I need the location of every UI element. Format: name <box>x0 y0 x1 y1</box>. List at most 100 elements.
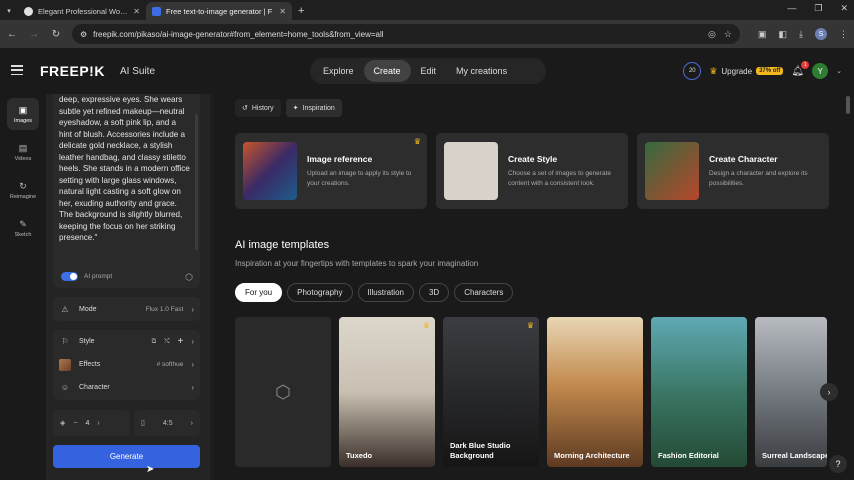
template-tile[interactable]: Morning Architecture <box>547 317 643 467</box>
chevron-right-icon: › <box>191 337 194 346</box>
card-description: Upload an image to apply its style to yo… <box>307 170 412 187</box>
chip-photography[interactable]: Photography <box>287 283 353 302</box>
image-reference-card[interactable]: Image reference Upload an image to apply… <box>235 133 427 209</box>
prompt-scrollbar[interactable] <box>195 114 198 250</box>
content-tabs: ↺ History ✦ Inspiration <box>235 99 342 117</box>
freepik-logo[interactable]: FREEP!K <box>40 63 105 79</box>
nav-create[interactable]: Create <box>363 60 411 82</box>
chip-characters[interactable]: Characters <box>454 283 514 302</box>
address-bar[interactable]: ⚙ freepik.com/pikaso/ai-image-generator#… <box>72 24 740 44</box>
main-scrollbar[interactable] <box>846 96 850 114</box>
rail-item-sketch[interactable]: ✎ Sketch <box>7 212 39 244</box>
create-character-card[interactable]: Create Character Design a character and … <box>637 133 829 209</box>
back-icon[interactable]: ← <box>6 29 18 40</box>
create-character-thumbnail <box>645 142 699 200</box>
ai-prompt-toggle[interactable] <box>61 272 78 281</box>
template-tile[interactable]: Fashion Editorial <box>651 317 747 467</box>
url-text: freepik.com/pikaso/ai-image-generator#fr… <box>93 29 384 39</box>
extension-icon[interactable]: ▣ <box>758 29 767 40</box>
card-description: Choose a set of images to generate conte… <box>508 170 611 187</box>
tab-history-label: History <box>251 104 274 112</box>
nav-explore[interactable]: Explore <box>313 60 364 82</box>
effects-row[interactable]: Effects # softhue › <box>53 353 200 376</box>
template-tile[interactable]: Surreal Landscape <box>755 317 827 467</box>
rail-item-images[interactable]: ▣ Images <box>7 98 39 130</box>
shuffle-icon[interactable]: ⤭ <box>164 338 169 346</box>
output-options: ◈ − 4 › ▯ 4:5 › <box>53 410 200 436</box>
eye-off-icon[interactable]: ◎ <box>708 29 716 40</box>
browser-tab-active[interactable]: Free text-to-image generator | F ✕ <box>146 2 292 20</box>
increment-button[interactable]: › <box>97 420 99 427</box>
menu-dots-icon[interactable]: ⋮ <box>839 29 848 40</box>
sparkle-icon: ✦ <box>292 105 299 112</box>
bookmark-star-icon[interactable]: ☆ <box>724 29 732 40</box>
character-row[interactable]: ☺ Character › <box>53 376 200 399</box>
add-style-icon[interactable]: + <box>177 336 183 347</box>
chip-3d[interactable]: 3D <box>418 283 450 302</box>
carousel-next-button[interactable]: › <box>820 383 838 401</box>
quantity-stepper[interactable]: ◈ − 4 › <box>53 410 130 436</box>
app-header: FREEP!K AI Suite Explore Create Edit My … <box>0 48 854 94</box>
template-label: Tuxedo <box>346 451 373 460</box>
templates-subheading: Inspiration at your fingertips with temp… <box>235 259 479 268</box>
notification-count-badge: 1 <box>801 60 810 69</box>
browser-tab[interactable]: Elegant Professional Woman in ✕ <box>18 2 146 20</box>
create-style-thumbnail <box>444 142 498 200</box>
image-reference-thumbnail <box>243 142 297 200</box>
rail-item-reimagine[interactable]: ↻ Reimagine <box>7 174 39 206</box>
feature-cards: Image reference Upload an image to apply… <box>235 133 829 209</box>
mode-selector[interactable]: ⚠ Mode Flux 1.0 Fast › <box>53 297 200 321</box>
prompt-textarea[interactable]: deep, expressive eyes. She wears subtle … <box>59 94 191 268</box>
chevron-right-icon: › <box>190 419 193 427</box>
profile-avatar[interactable]: S <box>815 28 827 40</box>
chip-illustration[interactable]: Illustration <box>357 283 414 302</box>
ai-suite-label: AI Suite <box>120 66 156 77</box>
style-row[interactable]: ⚐ Style ⧉ ⤭ + › <box>53 330 200 353</box>
template-filter-chips: For you Photography Illustration 3D Char… <box>235 283 514 302</box>
close-tab-icon[interactable]: ✕ <box>133 7 140 16</box>
rail-item-videos[interactable]: ▤ Videos <box>7 136 39 168</box>
restore-icon[interactable]: ❐ <box>814 3 822 14</box>
close-window-icon[interactable]: ✕ <box>840 3 848 14</box>
tab-search-icon[interactable]: ▾ <box>0 2 18 20</box>
cube-icon[interactable]: ⬡ <box>185 272 193 283</box>
chip-for-you[interactable]: For you <box>235 283 283 302</box>
upgrade-label: Upgrade <box>721 66 753 76</box>
download-icon[interactable]: ⤓ <box>799 29 803 40</box>
chevron-down-icon[interactable]: ⌄ <box>836 67 842 75</box>
decrement-button[interactable]: − <box>73 420 77 427</box>
premium-crown-icon: ♛ <box>526 321 534 330</box>
site-settings-icon[interactable]: ⚙ <box>80 30 87 39</box>
extension-puzzle-icon[interactable]: ◧ <box>779 29 788 40</box>
template-tile[interactable]: ♛ Tuxedo <box>339 317 435 467</box>
credits-counter[interactable]: 20 <box>683 62 702 80</box>
help-icon[interactable]: ? <box>829 455 847 473</box>
aspect-ratio-selector[interactable]: ▯ 4:5 › <box>134 410 200 436</box>
tab-title: Free text-to-image generator | F <box>166 6 273 16</box>
mode-value: Flux 1.0 Fast <box>145 305 184 313</box>
create-style-card[interactable]: Create Style Choose a set of images to g… <box>436 133 628 209</box>
aspect-ratio-icon: ▯ <box>141 420 145 427</box>
minimize-icon[interactable]: — <box>787 3 796 14</box>
nav-edit[interactable]: Edit <box>411 60 447 82</box>
nav-my-creations[interactable]: My creations <box>446 60 517 82</box>
notifications-bell-icon[interactable]: 🔔︎ 1 <box>791 60 810 77</box>
upgrade-button[interactable]: ♛ Upgrade 37% off <box>709 66 784 77</box>
template-tile[interactable]: ♛ Dark Blue Studio Background <box>443 317 539 467</box>
close-tab-icon[interactable]: ✕ <box>279 7 286 16</box>
panel-scrollbar[interactable] <box>210 94 214 480</box>
tab-inspiration[interactable]: ✦ Inspiration <box>285 99 342 117</box>
tab-history[interactable]: ↺ History <box>235 99 281 117</box>
new-tab-button[interactable]: + <box>292 2 310 20</box>
hamburger-menu-icon[interactable] <box>11 65 23 75</box>
user-avatar[interactable]: Y <box>812 63 829 79</box>
reload-icon[interactable]: ↻ <box>50 29 62 40</box>
style-copy-icon[interactable]: ⧉ <box>152 338 157 346</box>
template-tile-placeholder[interactable]: ⬡ <box>235 317 331 467</box>
forward-icon[interactable]: → <box>28 29 40 40</box>
extension-icons: ▣ ◧ ⤓ S ⋮ <box>758 28 848 40</box>
generate-button[interactable]: Generate <box>53 445 200 468</box>
template-label: Surreal Landscape <box>762 451 827 460</box>
tab-inspiration-label: Inspiration <box>302 104 335 112</box>
favicon-icon <box>24 6 33 16</box>
